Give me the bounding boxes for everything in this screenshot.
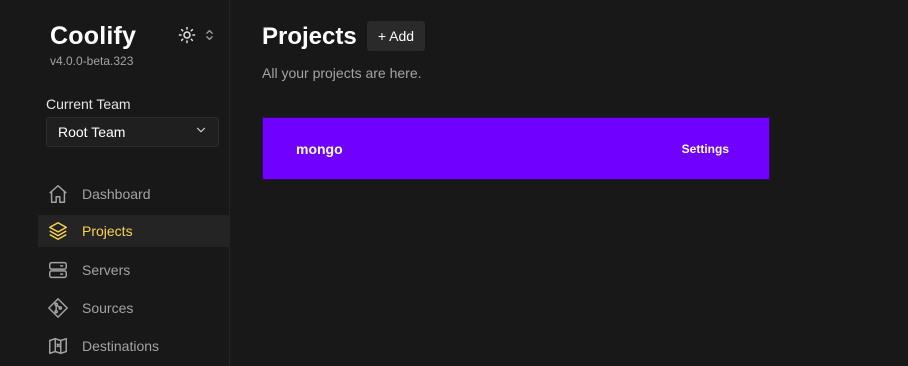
chevron-down-icon (194, 123, 208, 142)
team-select-value: Root Team (58, 124, 126, 140)
sidebar-item-sources[interactable]: Sources (38, 292, 229, 324)
project-name: mongo (296, 140, 343, 157)
sun-icon (178, 26, 196, 44)
sidebar-item-label: Servers (82, 262, 131, 278)
project-card[interactable]: mongo Settings (262, 117, 770, 180)
app-window: Coolify v4.0.0-beta.323 Current Team Roo… (0, 0, 908, 366)
sidebar-item-label: Dashboard (82, 186, 151, 202)
server-icon (47, 259, 69, 281)
home-icon (47, 183, 69, 205)
current-team-label: Current Team (46, 96, 131, 112)
brand-version: v4.0.0-beta.323 (50, 54, 134, 68)
map-icon (47, 335, 69, 357)
team-select[interactable]: Root Team (46, 117, 219, 147)
brand-title[interactable]: Coolify (50, 22, 136, 51)
layers-icon (47, 220, 69, 242)
theme-toggle-button[interactable] (178, 26, 216, 44)
sidebar-item-servers[interactable]: Servers (38, 254, 229, 286)
sidebar-item-label: Sources (82, 300, 134, 316)
add-project-button[interactable]: + Add (367, 21, 425, 51)
sidebar-item-destinations[interactable]: Destinations (38, 330, 229, 362)
sidebar-item-label: Destinations (82, 338, 160, 354)
main-content: Projects + Add All your projects are her… (230, 0, 908, 366)
sidebar-item-projects[interactable]: Projects (38, 215, 229, 247)
page-title: Projects (262, 23, 357, 50)
page-subtitle: All your projects are here. (262, 65, 422, 81)
sidebar: Coolify v4.0.0-beta.323 Current Team Roo… (0, 0, 230, 366)
chevron-updown-icon (205, 28, 214, 42)
project-settings-link[interactable]: Settings (682, 142, 729, 156)
sidebar-item-label: Projects (82, 223, 133, 239)
sidebar-item-dashboard[interactable]: Dashboard (38, 178, 229, 210)
git-branch-icon (47, 297, 69, 319)
